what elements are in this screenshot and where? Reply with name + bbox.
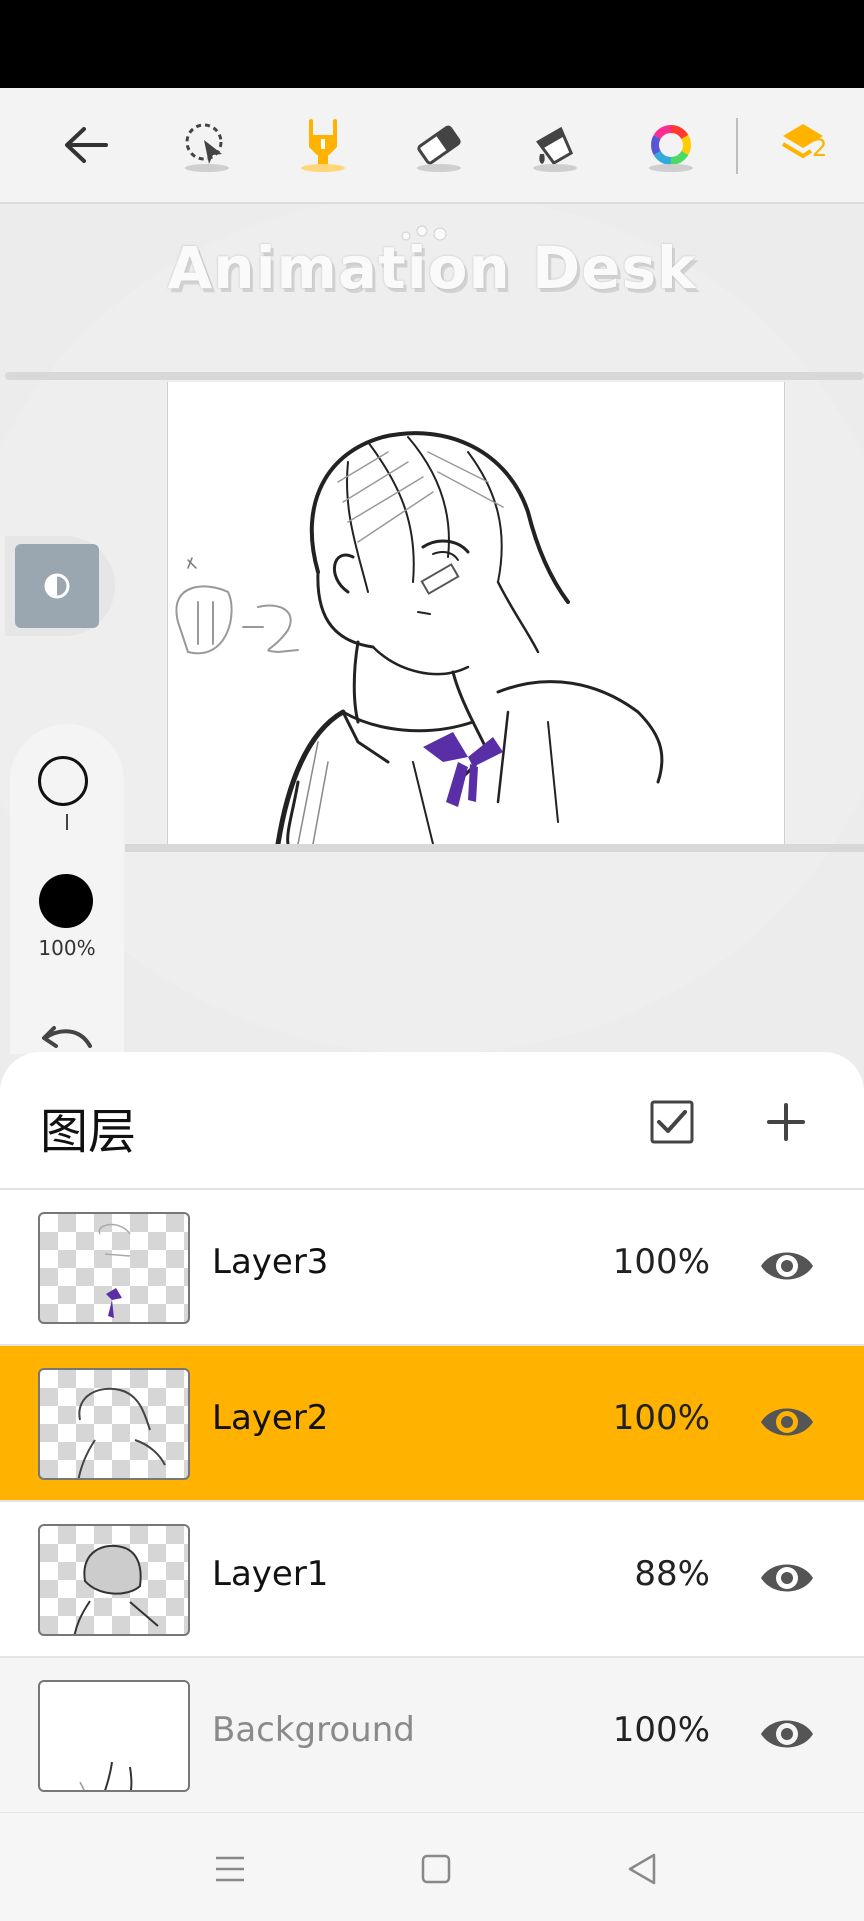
brush-opacity-label: 100%	[38, 936, 96, 960]
fill-tool-button[interactable]	[520, 110, 590, 180]
plus-icon	[767, 1103, 805, 1141]
layer-opacity[interactable]: 100%	[613, 1242, 710, 1282]
drawing-canvas[interactable]	[167, 382, 785, 844]
eraser-icon	[417, 125, 461, 165]
pen-tool-button[interactable]	[288, 110, 358, 180]
opacity-toggle-button[interactable]	[15, 544, 99, 628]
top-toolbar: 2	[0, 88, 864, 204]
brush-size-tick	[66, 814, 68, 830]
paint-bucket-icon	[536, 126, 574, 165]
layer-thumbnail	[38, 1524, 190, 1636]
layer-row-layer1[interactable]: Layer1 88%	[0, 1502, 864, 1658]
layers-button[interactable]: 2	[772, 110, 842, 180]
layer-name: Background	[212, 1710, 415, 1750]
nav-back-button[interactable]	[622, 1849, 662, 1889]
toolbar-divider	[736, 118, 738, 174]
select-layers-button[interactable]	[648, 1098, 696, 1146]
back-arrow-icon	[65, 127, 108, 163]
visibility-eye-icon[interactable]	[758, 1244, 816, 1288]
status-bar	[0, 0, 864, 88]
color-wheel-icon	[651, 125, 691, 165]
eraser-tool-button[interactable]	[404, 110, 474, 180]
layer-name: Layer1	[212, 1554, 329, 1594]
visibility-eye-icon[interactable]	[758, 1556, 816, 1600]
visibility-eye-icon[interactable]	[758, 1400, 816, 1444]
layers-panel-title: 图层	[40, 1104, 137, 1160]
layer-opacity[interactable]: 100%	[613, 1710, 710, 1750]
drawing-workspace[interactable]: Animation Desk 100%	[0, 204, 864, 1054]
menu-icon	[216, 1856, 244, 1882]
brush-size-control[interactable]	[38, 756, 88, 806]
brush-side-panel: 100%	[10, 724, 124, 1054]
lasso-select-icon	[185, 123, 223, 164]
triangle-back-icon	[628, 1853, 656, 1885]
layer-thumbnail	[38, 1368, 190, 1480]
contrast-icon	[44, 573, 70, 599]
brush-color-swatch[interactable]	[37, 872, 95, 930]
back-button[interactable]	[50, 110, 120, 180]
layer-thumbnail	[38, 1680, 190, 1792]
layer-row-background[interactable]: Background 100%	[0, 1658, 864, 1812]
square-icon	[421, 1854, 451, 1884]
visibility-eye-icon[interactable]	[758, 1712, 816, 1756]
sketch-artwork	[175, 431, 664, 844]
layer-thumbnail	[38, 1212, 190, 1324]
layers-panel-header: 图层	[0, 1052, 864, 1190]
recent-apps-button[interactable]	[210, 1849, 250, 1889]
app-logo: Animation Desk	[167, 234, 697, 302]
layer-name: Layer2	[212, 1398, 329, 1438]
add-layer-button[interactable]	[762, 1098, 810, 1146]
layer-row-layer3[interactable]: Layer3 100%	[0, 1190, 864, 1346]
color-picker-button[interactable]	[636, 110, 706, 180]
layer-row-layer2[interactable]: Layer2 100%	[0, 1346, 864, 1502]
canvas-frame	[5, 372, 864, 380]
undo-icon[interactable]	[40, 1020, 94, 1054]
layers-count-badge: 2	[812, 134, 828, 162]
lasso-select-button[interactable]	[172, 110, 242, 180]
layer-name: Layer3	[212, 1242, 329, 1282]
layer-opacity[interactable]: 100%	[613, 1398, 710, 1438]
layer-opacity[interactable]: 88%	[634, 1554, 710, 1594]
home-button[interactable]	[416, 1849, 456, 1889]
layers-icon	[781, 124, 823, 159]
checkbox-icon	[650, 1100, 694, 1144]
canvas-frame-bottom	[125, 844, 864, 852]
layers-panel: 图层 Layer3 100% Layer2 100% Layer1 88% Ba…	[0, 1052, 864, 1812]
system-navigation-bar	[0, 1812, 864, 1921]
